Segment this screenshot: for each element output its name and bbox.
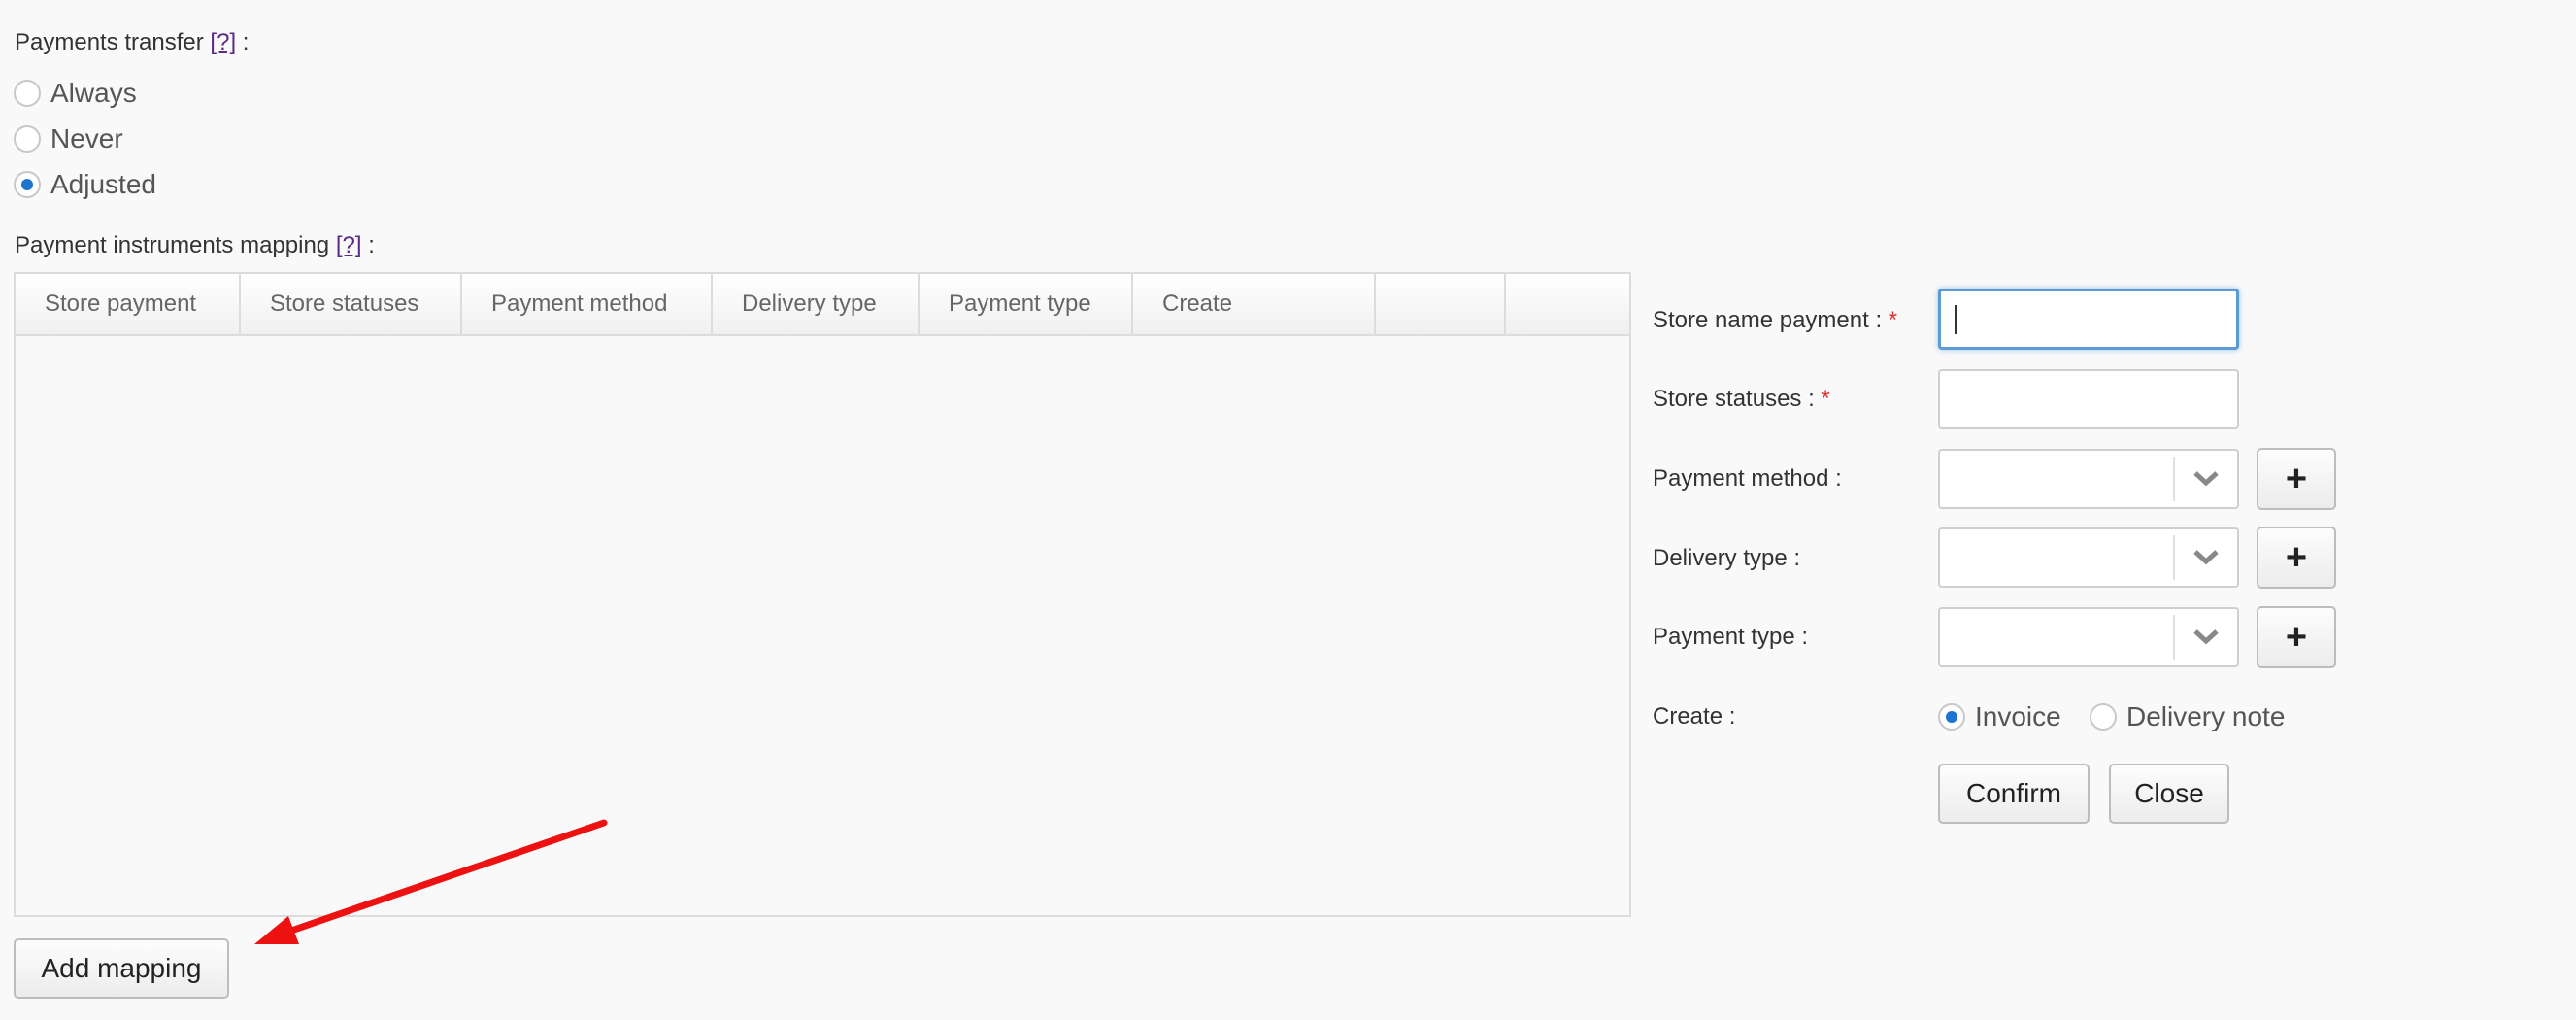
plus-icon: + <box>2285 617 2308 658</box>
store-name-payment-label: Store name payment : * <box>1653 307 1897 334</box>
store-statuses-label-text: Store statuses : <box>1653 386 1815 412</box>
required-marker: * <box>1888 307 1898 333</box>
required-marker: * <box>1821 386 1830 412</box>
payment-type-select[interactable] <box>1938 607 2239 667</box>
chevron-down-icon[interactable] <box>2192 547 2220 566</box>
payment-method-select[interactable] <box>1938 449 2239 509</box>
create-label: Create : <box>1653 703 1736 730</box>
confirm-button[interactable]: Confirm <box>1938 764 2090 824</box>
add-payment-type-button[interactable]: + <box>2257 606 2336 668</box>
delivery-type-select[interactable] <box>1938 527 2239 588</box>
chevron-down-icon[interactable] <box>2192 627 2220 646</box>
text-caret <box>1955 305 1957 334</box>
plus-icon: + <box>2285 537 2308 578</box>
add-payment-method-button[interactable]: + <box>2257 448 2336 510</box>
select-divider <box>2173 457 2175 501</box>
annotation-arrow <box>254 819 608 944</box>
payment-method-label: Payment method : <box>1653 465 1842 492</box>
radio-delivery-note-circle[interactable] <box>2090 703 2117 731</box>
radio-invoice-circle[interactable] <box>1938 703 1965 731</box>
store-name-payment-label-text: Store name payment : <box>1653 307 1883 333</box>
plus-icon: + <box>2285 459 2308 499</box>
radio-invoice[interactable]: Invoice <box>1938 701 2061 732</box>
select-divider <box>2173 615 2175 660</box>
store-name-payment-input[interactable] <box>1938 289 2239 350</box>
select-divider <box>2173 535 2175 580</box>
radio-delivery-note[interactable]: Delivery note <box>2090 701 2285 732</box>
radio-delivery-note-label: Delivery note <box>2126 701 2286 731</box>
delivery-type-label: Delivery type : <box>1653 545 1801 571</box>
radio-invoice-label: Invoice <box>1975 701 2061 731</box>
store-statuses-input[interactable] <box>1938 369 2239 429</box>
chevron-down-icon[interactable] <box>2192 468 2220 488</box>
store-statuses-label: Store statuses : * <box>1653 386 1830 413</box>
add-delivery-type-button[interactable]: + <box>2257 527 2336 589</box>
close-button[interactable]: Close <box>2109 764 2229 824</box>
payment-type-label: Payment type : <box>1653 624 1809 650</box>
